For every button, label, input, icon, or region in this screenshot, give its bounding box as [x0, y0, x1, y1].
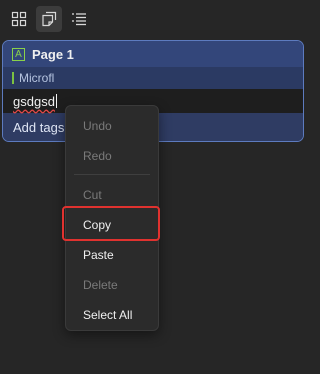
copy-highlight-box — [62, 206, 160, 241]
page-card-header: A Page 1 — [3, 41, 303, 67]
notebook-label: Microfl — [19, 71, 55, 85]
pages-icon — [42, 11, 57, 27]
menu-item-select-all[interactable]: Select All — [66, 300, 158, 330]
page-icon: A — [12, 47, 25, 61]
add-tags-label[interactable]: Add tags — [13, 120, 64, 135]
list-view-button[interactable] — [66, 6, 92, 32]
tag-edit-text[interactable]: gsdgsd — [13, 94, 55, 109]
page-title[interactable]: Page 1 — [32, 47, 74, 62]
menu-separator — [74, 174, 150, 175]
grid-icon — [11, 11, 27, 27]
view-toolbar — [6, 6, 92, 34]
menu-item-paste[interactable]: Paste — [66, 240, 158, 270]
menu-item-redo[interactable]: Redo — [66, 141, 158, 171]
grid-view-button[interactable] — [6, 6, 32, 32]
menu-item-undo[interactable]: Undo — [66, 111, 158, 141]
section-color-bar — [12, 72, 14, 84]
notebook-row[interactable]: Microfl — [3, 67, 303, 89]
list-icon — [72, 13, 86, 26]
pages-view-button[interactable] — [36, 6, 62, 32]
menu-item-delete[interactable]: Delete — [66, 270, 158, 300]
text-caret — [55, 94, 57, 108]
